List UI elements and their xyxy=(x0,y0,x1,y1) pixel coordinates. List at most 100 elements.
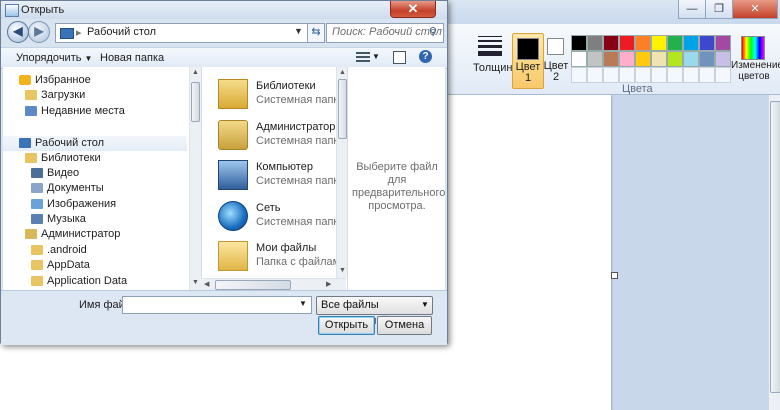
organize-button[interactable]: Упорядочить ▼ xyxy=(16,52,92,64)
view-options-icon[interactable] xyxy=(356,51,370,63)
open-button[interactable]: Открыть xyxy=(318,316,375,335)
palette-swatch[interactable] xyxy=(683,51,699,67)
palette-swatch[interactable] xyxy=(651,51,667,67)
nav-item[interactable]: Видео xyxy=(3,166,187,181)
cancel-button[interactable]: Отмена xyxy=(377,316,432,335)
palette-swatch[interactable] xyxy=(635,35,651,51)
dialog-titlebar: Открыть xyxy=(1,1,447,19)
paint-close-button[interactable]: ✕ xyxy=(732,0,778,19)
file-scroll-thumb[interactable] xyxy=(338,79,347,139)
palette-swatch[interactable] xyxy=(715,35,731,51)
navigation-pane: Избранное Загрузки Недавние места Рабочий с… xyxy=(3,67,189,290)
nav-item[interactable]: Недавние места xyxy=(3,104,187,119)
color1-button[interactable]: Цвет 1 xyxy=(512,33,544,89)
search-input[interactable]: Поиск: Рабочий стол ⚲ xyxy=(326,23,444,43)
palette-swatch[interactable] xyxy=(651,67,667,83)
palette-swatch[interactable] xyxy=(571,35,587,51)
filename-input[interactable]: ▼ xyxy=(122,296,312,314)
nav-item[interactable]: Библиотеки xyxy=(3,151,187,166)
palette-swatch[interactable] xyxy=(619,67,635,83)
help-icon[interactable]: ? xyxy=(419,50,432,63)
nav-item-label: Рабочий стол xyxy=(35,137,105,149)
nav-item-label: Недавние места xyxy=(41,105,125,117)
nav-item[interactable]: Application Data xyxy=(3,274,187,289)
scroll-left-icon[interactable]: ◀ xyxy=(204,280,209,288)
file-item[interactable]: Компьютер Системная папка xyxy=(216,156,346,196)
thickness-button[interactable]: Толщина xyxy=(470,32,519,74)
filename-dropdown-icon[interactable]: ▼ xyxy=(299,299,307,308)
palette-swatch[interactable] xyxy=(699,67,715,83)
nav-item[interactable]: Музыка xyxy=(3,212,187,227)
address-dropdown-icon[interactable]: ▼ xyxy=(294,26,303,36)
new-folder-button[interactable]: Новая папка xyxy=(100,52,164,64)
palette-swatch[interactable] xyxy=(667,67,683,83)
palette-swatch[interactable] xyxy=(603,67,619,83)
file-type-select[interactable]: Все файлы изображений ▼ xyxy=(316,296,433,327)
video-library-icon xyxy=(31,168,43,178)
nav-scrollbar[interactable]: ▲ ▼ xyxy=(189,67,201,290)
file-hscroll-thumb[interactable] xyxy=(215,280,291,290)
nav-item-label: Документы xyxy=(47,182,104,194)
forward-button[interactable]: ▶ xyxy=(28,21,50,43)
nav-scroll-thumb[interactable] xyxy=(191,82,200,122)
canvas-vertical-scrollbar[interactable] xyxy=(768,95,780,410)
palette-swatch[interactable] xyxy=(715,51,731,67)
scroll-down-icon[interactable]: ▼ xyxy=(192,279,199,286)
file-scroll-down-icon[interactable]: ▼ xyxy=(339,267,346,274)
preview-pane-icon[interactable] xyxy=(393,51,406,64)
palette-swatch[interactable] xyxy=(587,51,603,67)
nav-item-label: .android xyxy=(47,244,87,256)
refresh-button[interactable]: ⇆ xyxy=(307,23,325,43)
view-dropdown-icon[interactable]: ▼ xyxy=(372,52,380,61)
palette-swatch[interactable] xyxy=(699,35,715,51)
edit-colors-button[interactable]: Изменение цветов xyxy=(731,34,780,86)
palette-swatch[interactable] xyxy=(603,51,619,67)
nav-item[interactable]: Изображения xyxy=(3,197,187,212)
maximize-button[interactable]: ❐ xyxy=(705,0,733,19)
back-button[interactable]: ◀ xyxy=(7,21,29,43)
scroll-right-icon[interactable]: ▶ xyxy=(326,280,331,288)
palette-swatch[interactable] xyxy=(667,51,683,67)
documents-library-icon xyxy=(31,183,43,193)
scroll-up-icon[interactable]: ▲ xyxy=(192,69,199,76)
file-type: Системная папка xyxy=(256,135,345,147)
nav-item-label: Избранное xyxy=(35,74,91,86)
nav-item[interactable]: Избранное xyxy=(3,73,187,88)
palette-swatch[interactable] xyxy=(587,67,603,83)
nav-item[interactable]: Администратор xyxy=(3,227,187,242)
palette-swatch[interactable] xyxy=(715,67,731,83)
file-item[interactable]: Библиотеки Системная папка xyxy=(216,75,346,115)
canvas-resize-handle[interactable] xyxy=(611,272,618,279)
nav-item[interactable]: Рабочий стол xyxy=(3,136,187,151)
minimize-button[interactable]: — xyxy=(678,0,706,19)
palette-swatch[interactable] xyxy=(683,35,699,51)
palette-swatch[interactable] xyxy=(619,51,635,67)
dialog-close-button[interactable]: ✕ xyxy=(390,1,436,18)
file-scroll-up-icon[interactable]: ▲ xyxy=(339,69,346,76)
nav-item-label: AppData xyxy=(47,259,90,271)
file-item[interactable]: Мои файлы Папка с файлами xyxy=(216,237,346,277)
file-item[interactable]: Сеть Системная папка xyxy=(216,197,346,237)
palette-swatch[interactable] xyxy=(619,35,635,51)
file-item[interactable]: Администратор Системная папка xyxy=(216,116,346,156)
palette-swatch[interactable] xyxy=(683,67,699,83)
palette-swatch[interactable] xyxy=(667,35,683,51)
color2-swatch xyxy=(547,38,564,55)
search-icon: ⚲ xyxy=(429,26,438,38)
palette-swatch[interactable] xyxy=(635,67,651,83)
palette-swatch[interactable] xyxy=(571,51,587,67)
palette-swatch[interactable] xyxy=(587,35,603,51)
palette-swatch[interactable] xyxy=(635,51,651,67)
palette-swatch[interactable] xyxy=(571,67,587,83)
nav-item[interactable]: Загрузки xyxy=(3,88,187,103)
color2-button[interactable]: Цвет 2 xyxy=(544,33,568,87)
palette-swatch[interactable] xyxy=(651,35,667,51)
nav-item[interactable]: Документы xyxy=(3,181,187,196)
nav-item[interactable]: AppData xyxy=(3,258,187,273)
nav-item[interactable]: .android xyxy=(3,243,187,258)
palette-swatch[interactable] xyxy=(603,35,619,51)
address-bar[interactable]: ▸ Рабочий стол ▼ xyxy=(55,23,308,43)
file-list: Библиотеки Системная папка Администратор Си… xyxy=(201,67,348,290)
canvas-scroll-thumb[interactable] xyxy=(770,101,780,393)
palette-swatch[interactable] xyxy=(699,51,715,67)
